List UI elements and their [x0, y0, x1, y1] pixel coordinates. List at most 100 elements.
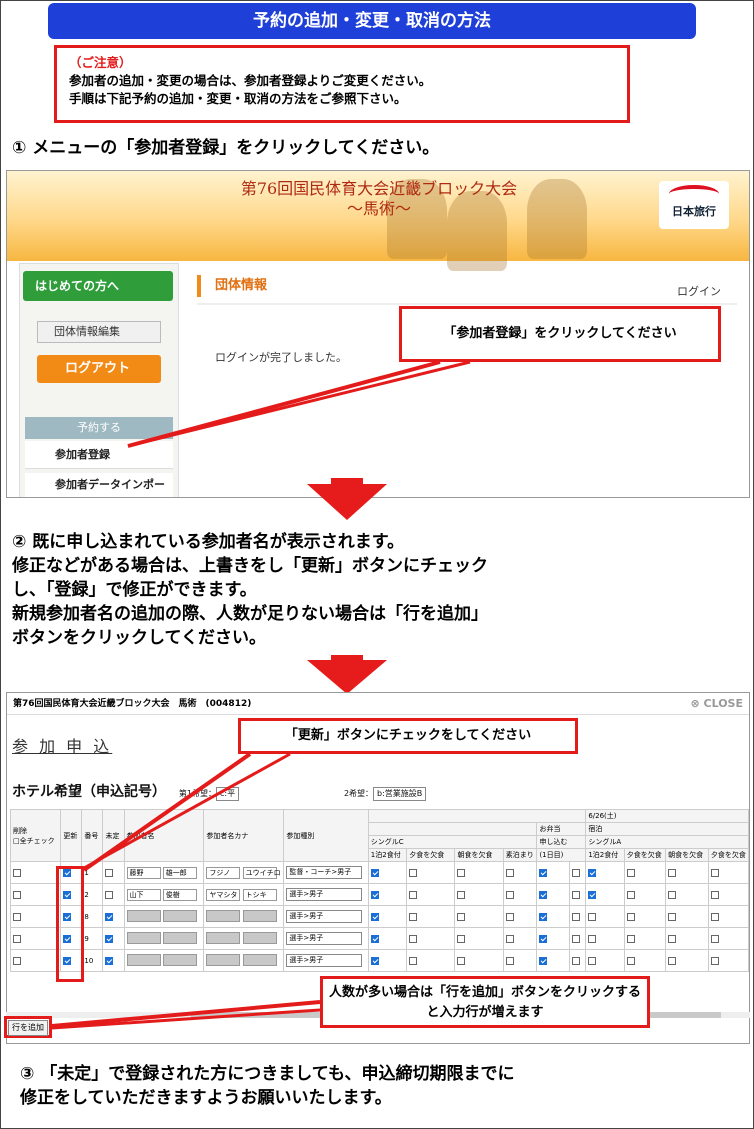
sidebar-item-first-time[interactable]: はじめての方へ [23, 271, 173, 301]
no-dinner-checkbox[interactable] [409, 912, 418, 921]
last-kana-input[interactable] [206, 909, 241, 922]
pref2-select[interactable]: b:営業施設B [373, 786, 427, 801]
no-dinner-checkbox[interactable] [409, 868, 418, 877]
last-name-input[interactable]: 山下 [126, 888, 161, 901]
no-breakfast-a-checkbox[interactable] [668, 956, 677, 965]
no-dinner-b-checkbox[interactable] [710, 956, 719, 965]
first-name-input[interactable] [162, 931, 197, 944]
meal-a-checkbox[interactable] [588, 934, 597, 943]
no-breakfast-checkbox[interactable] [457, 956, 466, 965]
no-dinner-a-checkbox[interactable] [626, 890, 635, 899]
last-kana-input[interactable] [206, 953, 241, 966]
check-all-checkbox[interactable]: □全チェック [13, 837, 55, 845]
lunch-checkbox[interactable] [539, 912, 548, 921]
delete-checkbox[interactable] [13, 956, 21, 965]
type-select[interactable]: 選手>男子 [286, 932, 363, 945]
delete-checkbox[interactable] [13, 912, 21, 921]
first-kana-input[interactable] [242, 931, 277, 944]
delete-checkbox[interactable] [13, 934, 21, 943]
meal-checkbox[interactable] [370, 912, 379, 921]
undecided-checkbox[interactable] [105, 890, 114, 899]
delete-checkbox[interactable] [13, 868, 21, 877]
first-kana-input[interactable] [242, 909, 277, 922]
first-kana-input[interactable] [242, 953, 277, 966]
no-dinner-b-checkbox[interactable] [710, 912, 719, 921]
meal-a-checkbox[interactable] [588, 868, 597, 877]
meal-a-checkbox[interactable] [588, 956, 597, 965]
lunch-extra-checkbox[interactable] [571, 868, 580, 877]
room-only-checkbox[interactable] [505, 912, 514, 921]
first-name-input[interactable] [162, 953, 197, 966]
first-name-input[interactable]: 雄一郎 [162, 866, 197, 879]
meal-checkbox[interactable] [370, 890, 379, 899]
room-only-checkbox[interactable] [505, 934, 514, 943]
first-kana-input[interactable]: トシキ [242, 888, 277, 901]
sidebar-item-data-import[interactable]: 参加者データインポート [25, 473, 173, 497]
lunch-checkbox[interactable] [539, 890, 548, 899]
no-breakfast-a-checkbox[interactable] [668, 890, 677, 899]
no-dinner-checkbox[interactable] [409, 890, 418, 899]
no-dinner-a-checkbox[interactable] [626, 956, 635, 965]
meal-checkbox[interactable] [370, 956, 379, 965]
sidebar-item-participant-register[interactable]: 参加者登録 [25, 441, 173, 469]
last-name-input[interactable] [126, 931, 161, 944]
last-kana-input[interactable]: ヤマシタ [206, 888, 241, 901]
no-dinner-a-checkbox[interactable] [626, 912, 635, 921]
no-dinner-checkbox[interactable] [409, 956, 418, 965]
lunch-extra-checkbox[interactable] [571, 956, 580, 965]
no-breakfast-checkbox[interactable] [457, 890, 466, 899]
add-row-button[interactable]: 行を追加 [8, 1020, 48, 1036]
first-name-input[interactable] [162, 909, 197, 922]
meal-checkbox[interactable] [370, 868, 379, 877]
no-breakfast-a-checkbox[interactable] [668, 912, 677, 921]
lunch-extra-checkbox[interactable] [571, 934, 580, 943]
no-dinner-b-checkbox[interactable] [710, 868, 719, 877]
lunch-extra-checkbox[interactable] [571, 890, 580, 899]
lunch-checkbox[interactable] [539, 934, 548, 943]
last-name-input[interactable]: 藤野 [126, 866, 161, 879]
header-meal-a: 1泊2食付 [585, 848, 625, 862]
undecided-checkbox[interactable] [105, 868, 114, 877]
room-only-checkbox[interactable] [505, 956, 514, 965]
no-breakfast-checkbox[interactable] [457, 912, 466, 921]
lunch-checkbox[interactable] [539, 956, 548, 965]
last-name-input[interactable] [126, 909, 161, 922]
meal-a-checkbox[interactable] [588, 912, 597, 921]
meal-a-checkbox[interactable] [588, 890, 597, 899]
logout-button[interactable]: ログアウト [37, 355, 161, 383]
lunch-checkbox[interactable] [539, 868, 548, 877]
no-dinner-a-checkbox[interactable] [626, 868, 635, 877]
no-breakfast-a-checkbox[interactable] [668, 868, 677, 877]
no-breakfast-checkbox[interactable] [457, 934, 466, 943]
undecided-checkbox[interactable] [105, 956, 114, 965]
no-breakfast-checkbox[interactable] [457, 868, 466, 877]
type-select[interactable]: 監督・コーチ>男子 [286, 866, 363, 879]
type-select[interactable]: 選手>男子 [286, 888, 363, 901]
login-link[interactable]: ログイン [677, 283, 721, 299]
close-button[interactable]: ⊗ CLOSE [690, 693, 743, 715]
header-single-a: シングルA [585, 835, 749, 849]
no-dinner-b-checkbox[interactable] [710, 934, 719, 943]
room-only-checkbox[interactable] [505, 890, 514, 899]
first-name-input[interactable]: 俊樹 [162, 888, 197, 901]
last-kana-input[interactable]: フジノ [206, 866, 241, 879]
meal-checkbox[interactable] [370, 934, 379, 943]
type-select[interactable]: 選手>男子 [286, 910, 363, 923]
no-dinner-b-checkbox[interactable] [710, 890, 719, 899]
undecided-checkbox[interactable] [105, 934, 114, 943]
delete-checkbox[interactable] [13, 890, 21, 899]
room-only-checkbox[interactable] [505, 868, 514, 877]
type-select[interactable]: 選手>男子 [286, 954, 363, 967]
last-kana-input[interactable] [206, 931, 241, 944]
pref1-select[interactable]: c:平 [215, 786, 240, 801]
last-name-input[interactable] [126, 953, 161, 966]
step3-text: ③ 「未定」で登録された方につきましても、申込締切期限までに 修正をしていただき… [20, 1064, 515, 1108]
first-kana-input[interactable]: ユウイチロ [242, 866, 281, 879]
undecided-checkbox[interactable] [105, 912, 114, 921]
row-number: 8 [81, 905, 104, 928]
sidebar-item-edit-group[interactable]: 団体情報編集 [37, 321, 161, 343]
lunch-extra-checkbox[interactable] [571, 912, 580, 921]
no-breakfast-a-checkbox[interactable] [668, 934, 677, 943]
no-dinner-checkbox[interactable] [409, 934, 418, 943]
no-dinner-a-checkbox[interactable] [626, 934, 635, 943]
